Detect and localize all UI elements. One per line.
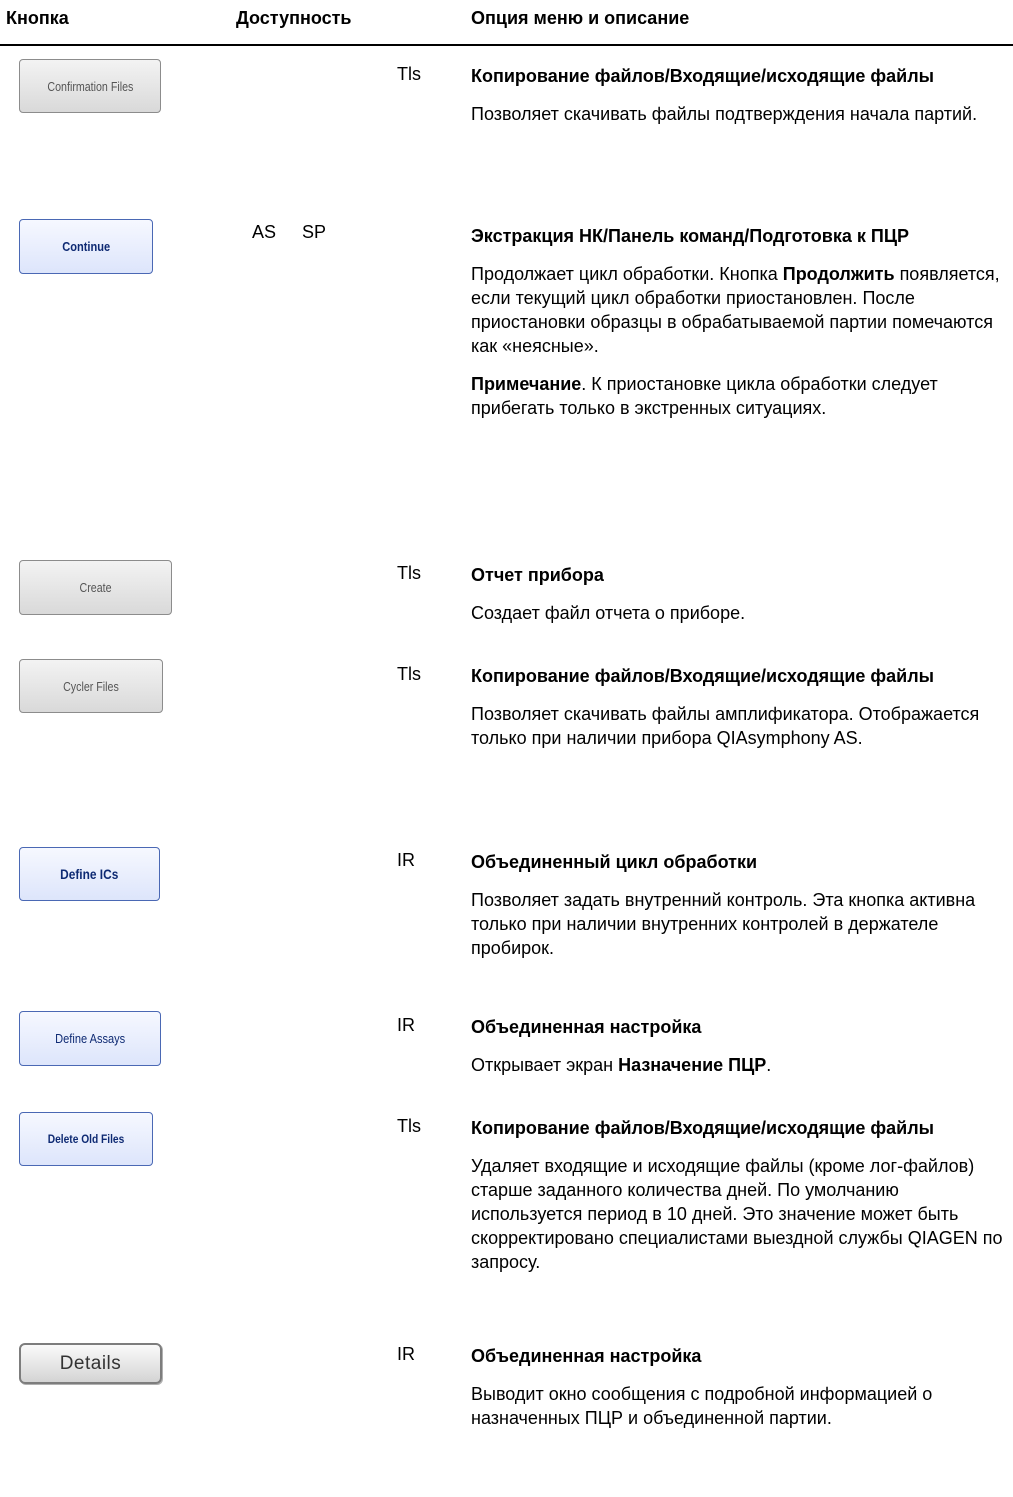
row-title: Копирование файлов/Входящие/исходящие фа…	[471, 666, 935, 686]
row-description: Объединенный цикл обработки Позволяет за…	[471, 850, 1006, 960]
row-title: Отчет прибора	[471, 565, 604, 585]
row-title: Копирование файлов/Входящие/исходящие фа…	[471, 66, 935, 86]
row-text: Удаляет входящие и исходящие файлы (кром…	[471, 1156, 1003, 1272]
row-title: Объединенная настройка	[471, 1346, 702, 1366]
availability-ir: IR	[397, 1015, 415, 1035]
column-header-button: Кнопка	[6, 8, 69, 28]
availability-tls: Tls	[397, 664, 421, 684]
row-description: Объединенная настройка Выводит окно сооб…	[471, 1344, 1006, 1430]
define-ics-button[interactable]: Define ICs	[19, 847, 160, 901]
row-text: Создает файл отчета о приборе.	[471, 603, 746, 623]
row-text: Открывает экран Назначение ПЦР.	[471, 1055, 772, 1075]
row-text: Продолжает цикл обработки. Кнопка Продол…	[471, 264, 1000, 356]
row-description: Экстракция НК/Панель команд/Подготовка к…	[471, 224, 1006, 420]
column-header-description: Опция меню и описание	[471, 8, 690, 28]
delete-old-files-button[interactable]: Delete Old Files	[19, 1112, 153, 1166]
row-note: Примечание. К приостановке цикла обработ…	[471, 374, 938, 418]
header-divider	[0, 44, 1013, 46]
row-text: Позволяет скачивать файлы подтверждения …	[471, 104, 978, 124]
row-description: Копирование файлов/Входящие/исходящие фа…	[471, 664, 1006, 750]
row-title: Объединенный цикл обработки	[471, 852, 758, 872]
create-button[interactable]: Create	[19, 560, 172, 615]
row-text: Позволяет скачивать файлы амплификатора.…	[471, 704, 980, 748]
availability-tls: Tls	[397, 1116, 421, 1136]
confirmation-files-button[interactable]: Confirmation Files	[19, 59, 161, 113]
availability-as: AS	[252, 222, 277, 242]
availability-sp: SP	[302, 222, 327, 242]
define-assays-button[interactable]: Define Assays	[19, 1011, 161, 1066]
row-description: Отчет прибора Создает файл отчета о приб…	[471, 563, 1006, 625]
availability-ir: IR	[397, 1344, 415, 1364]
availability-tls: Tls	[397, 563, 421, 583]
row-description: Копирование файлов/Входящие/исходящие фа…	[471, 64, 1006, 126]
row-description: Объединенная настройка Открывает экран Н…	[471, 1015, 1006, 1077]
row-title: Объединенная настройка	[471, 1017, 702, 1037]
row-title: Копирование файлов/Входящие/исходящие фа…	[471, 1118, 935, 1138]
row-description: Копирование файлов/Входящие/исходящие фа…	[471, 1116, 1006, 1274]
row-text: Выводит окно сообщения с подробной инфор…	[471, 1384, 933, 1428]
availability-tls: Tls	[397, 64, 421, 84]
note-label: Примечание	[471, 374, 582, 394]
cycler-files-button[interactable]: Cycler Files	[19, 659, 163, 713]
continue-button[interactable]: Continue	[19, 219, 153, 274]
column-header-availability: Доступность	[236, 8, 352, 28]
assay-screen-name: Назначение ПЦР	[618, 1055, 767, 1075]
details-button[interactable]: Details	[19, 1343, 162, 1384]
row-title: Экстракция НК/Панель команд/Подготовка к…	[471, 226, 909, 246]
row-text: Позволяет задать внутренний контроль. Эт…	[471, 890, 976, 958]
continue-label-bold: Продолжить	[782, 264, 895, 284]
availability-ir: IR	[397, 850, 415, 870]
